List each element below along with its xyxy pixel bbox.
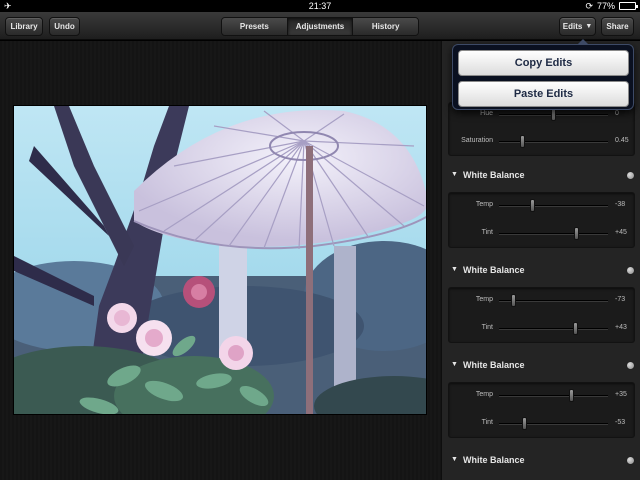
temp-value: -38 bbox=[615, 201, 626, 208]
tint-value: -53 bbox=[615, 419, 626, 426]
section-title: White Balance bbox=[463, 170, 525, 180]
edits-label: Edits bbox=[562, 22, 583, 31]
tint-row: Tint +43 bbox=[449, 318, 636, 340]
section-title: White Balance bbox=[463, 265, 525, 275]
temp-slider-knob[interactable] bbox=[511, 294, 517, 307]
tint-slider-track[interactable] bbox=[499, 328, 608, 330]
photo-image bbox=[14, 106, 426, 414]
photo-canvas bbox=[0, 41, 441, 480]
saturation-row: Saturation 0.45 bbox=[449, 131, 636, 153]
section-header-white-balance-1[interactable]: ▼ White Balance bbox=[442, 166, 640, 186]
battery-percent: 77% bbox=[596, 1, 615, 11]
undo-button[interactable]: Undo bbox=[49, 17, 80, 36]
tint-slider-knob[interactable] bbox=[522, 417, 528, 430]
caret-down-icon: ▼ bbox=[585, 23, 593, 30]
disclosure-triangle-icon: ▼ bbox=[451, 361, 458, 368]
popover-arrow bbox=[577, 39, 589, 45]
temp-row: Temp +35 bbox=[449, 385, 636, 407]
status-bar: ✈ 21:37 ⟳ 77% bbox=[0, 0, 640, 12]
paste-edits-button[interactable]: Paste Edits bbox=[458, 81, 629, 107]
hue-label: Hue bbox=[480, 110, 493, 117]
tint-label: Tint bbox=[481, 419, 493, 426]
tint-label: Tint bbox=[481, 324, 493, 331]
white-balance-controls-2: Temp -73 Tint +43 bbox=[448, 287, 635, 343]
disclosure-triangle-icon: ▼ bbox=[451, 171, 458, 178]
tint-label: Tint bbox=[481, 229, 493, 236]
temp-label: Temp bbox=[475, 296, 493, 303]
tint-slider-track[interactable] bbox=[499, 423, 608, 425]
share-button[interactable]: Share bbox=[601, 17, 634, 36]
section-toggle[interactable] bbox=[626, 361, 635, 370]
edits-popover: Copy Edits Paste Edits bbox=[452, 39, 634, 110]
tint-row: Tint -53 bbox=[449, 413, 636, 435]
temp-label: Temp bbox=[475, 391, 493, 398]
photo[interactable] bbox=[13, 105, 427, 415]
temp-slider-track[interactable] bbox=[499, 205, 608, 207]
section-toggle[interactable] bbox=[626, 171, 635, 180]
tab-history[interactable]: History bbox=[353, 18, 418, 35]
tab-adjustments[interactable]: Adjustments bbox=[287, 18, 354, 35]
temp-slider-knob[interactable] bbox=[569, 389, 575, 402]
section-header-white-balance-2[interactable]: ▼ White Balance bbox=[442, 261, 640, 281]
temp-value: +35 bbox=[615, 391, 627, 398]
saturation-label: Saturation bbox=[461, 137, 493, 144]
tint-value: +45 bbox=[615, 229, 627, 236]
disclosure-triangle-icon: ▼ bbox=[451, 456, 458, 463]
toolbar: Library Undo Presets Adjustments History… bbox=[0, 12, 640, 40]
temp-label: Temp bbox=[475, 201, 493, 208]
temp-row: Temp -38 bbox=[449, 195, 636, 217]
section-toggle[interactable] bbox=[626, 456, 635, 465]
white-balance-controls-3: Temp +35 Tint -53 bbox=[448, 382, 635, 438]
section-toggle[interactable] bbox=[626, 266, 635, 275]
white-balance-controls-1: Temp -38 Tint +45 bbox=[448, 192, 635, 248]
temp-slider-track[interactable] bbox=[499, 395, 608, 397]
temp-row: Temp -73 bbox=[449, 290, 636, 312]
saturation-slider-knob[interactable] bbox=[519, 135, 525, 148]
rotation-lock-icon: ⟳ bbox=[585, 1, 593, 11]
library-button[interactable]: Library bbox=[5, 17, 43, 36]
battery-icon bbox=[619, 2, 638, 10]
temp-slider-knob[interactable] bbox=[529, 199, 535, 212]
tint-slider-knob[interactable] bbox=[573, 322, 579, 335]
section-header-white-balance-4[interactable]: ▼ White Balance bbox=[442, 451, 640, 471]
clock: 21:37 bbox=[308, 1, 332, 11]
temp-value: -73 bbox=[615, 296, 626, 303]
tint-slider-track[interactable] bbox=[499, 233, 608, 235]
tint-slider-knob[interactable] bbox=[574, 227, 580, 240]
tint-row: Tint +45 bbox=[449, 223, 636, 245]
tint-value: +43 bbox=[615, 324, 627, 331]
disclosure-triangle-icon: ▼ bbox=[451, 266, 458, 273]
edits-button[interactable]: Edits ▼ bbox=[559, 17, 596, 36]
hue-value: 0 bbox=[615, 110, 619, 117]
section-title: White Balance bbox=[463, 360, 525, 370]
section-title: White Balance bbox=[463, 455, 525, 465]
color-controls: Hue 0 Saturation 0.45 bbox=[448, 102, 635, 156]
mode-segmented-control: Presets Adjustments History bbox=[221, 17, 419, 36]
saturation-value: 0.45 bbox=[615, 137, 629, 144]
saturation-slider-track[interactable] bbox=[499, 141, 608, 143]
section-header-white-balance-3[interactable]: ▼ White Balance bbox=[442, 356, 640, 376]
copy-edits-button[interactable]: Copy Edits bbox=[458, 50, 629, 76]
tab-presets[interactable]: Presets bbox=[222, 18, 288, 35]
